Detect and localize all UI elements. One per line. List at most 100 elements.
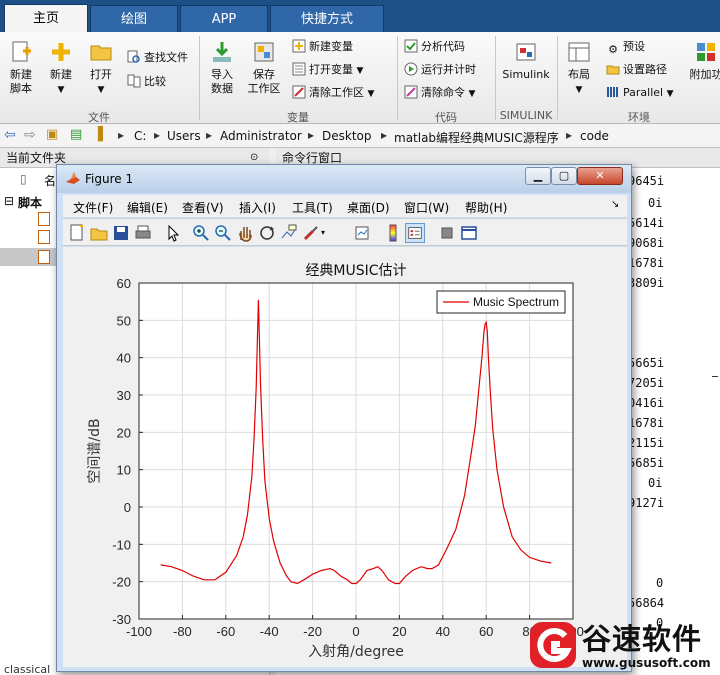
clear-workspace-button[interactable]: 清除工作区 ▼ [292,84,374,102]
breadcrumb-item[interactable]: code [580,129,609,143]
set-path-label: 设置路径 [623,63,667,76]
show-plot-tools-icon[interactable] [459,223,479,243]
back-arrow-icon[interactable]: ⇦ [4,127,16,143]
layout-button[interactable]: 布局 ▼ [562,40,596,97]
script-file-icon[interactable] [38,230,50,244]
menu-edit[interactable]: 编辑(E) [127,199,168,216]
ribbon-tabbar: 主页 绘图 APP 快捷方式 [0,0,720,32]
menu-insert[interactable]: 插入(I) [239,199,276,216]
colorbar-icon[interactable] [383,223,403,243]
figure-canvas: -100-80-60-40-20020406080100-30-20-10010… [63,247,627,667]
open-button[interactable]: 打开 ▼ [84,40,118,97]
y-tick-label: 60 [117,276,131,291]
minimize-button[interactable]: ▁ [525,167,551,185]
tab-plots[interactable]: 绘图 [90,5,178,32]
pointer-icon[interactable] [163,223,183,243]
save-icon[interactable] [111,223,131,243]
new-variable-button[interactable]: 新建变量 [292,38,353,56]
find-files-icon [127,50,140,63]
script-file-icon[interactable] [38,250,50,264]
new-figure-icon[interactable] [67,223,87,243]
link-plot-icon[interactable] [353,223,373,243]
set-path-button[interactable]: 设置路径 [606,61,667,79]
x-tick-label: 60 [479,624,493,639]
forward-arrow-icon[interactable]: ⇨ [24,127,36,143]
print-icon[interactable] [133,223,153,243]
name-column-header[interactable]: 名 [44,172,56,189]
menu-desktop[interactable]: 桌面(D) [347,199,390,216]
import-data-button[interactable]: 导入 数据 [204,40,240,96]
simulink-icon [516,43,536,61]
folder-icon: ▌ [98,127,108,142]
dock-arrow-icon[interactable]: ↘ [611,199,619,210]
open-variable-button[interactable]: 打开变量 ▼ [292,61,363,79]
open-file-icon[interactable] [89,223,109,243]
rotate-3d-icon[interactable] [257,223,277,243]
save-workspace-button[interactable]: 保存 工作区 [244,40,284,96]
browse-folder-icon[interactable]: ▤ [70,127,82,142]
menu-tools[interactable]: 工具(T) [292,199,333,216]
brush-icon[interactable] [301,223,321,243]
chevron-down-icon[interactable]: ▾ [321,223,329,243]
chevron-down-icon: ▼ [367,89,375,99]
maximize-button[interactable]: ▢ [551,167,577,185]
y-tick-label: -30 [112,612,131,627]
compare-button[interactable]: 比较 [127,73,166,91]
up-folder-icon[interactable]: ▣ [46,127,58,142]
simulink-button[interactable]: Simulink [500,40,552,82]
new-script-button[interactable]: 新建 脚本 [4,40,38,96]
menu-view[interactable]: 查看(V) [182,199,224,216]
clear-commands-button[interactable]: 清除命令 ▼ [404,84,475,102]
script-file-icon[interactable] [38,212,50,226]
scripts-group-label: 脚本 [18,196,43,210]
add-ons-button[interactable]: 附加功 [686,40,720,82]
tab-home[interactable]: 主页 [4,4,88,32]
data-cursor-icon[interactable] [279,223,299,243]
preferences-button[interactable]: ⚙ 预设 [606,38,645,56]
matlab-logo-icon [66,172,80,184]
watermark: 谷速软件 www.gususoft.com [522,610,720,675]
tab-shortcuts[interactable]: 快捷方式 [270,5,384,32]
command-window-title: 命令行窗口 [282,151,343,165]
parallel-icon [607,87,618,97]
legend-entry: Music Spectrum [473,295,559,309]
find-files-button[interactable]: 查找文件 [127,49,188,67]
breadcrumb-item[interactable]: Administrator [220,129,302,143]
tab-apps[interactable]: APP [180,5,268,32]
zoom-in-icon[interactable] [191,223,211,243]
breadcrumb-item[interactable]: matlab编程经典MUSIC源程序 [394,129,559,146]
analyze-code-icon [404,39,418,53]
import-icon [213,42,231,62]
y-tick-label: -10 [112,537,131,552]
pan-hand-icon[interactable] [235,223,255,243]
expand-minus-icon[interactable]: ⊟ [4,194,14,208]
analyze-code-button[interactable]: 分析代码 [404,38,465,56]
breadcrumb-item[interactable]: Users [167,129,201,143]
run-and-time-button[interactable]: 运行并计时 [404,61,476,79]
music-spectrum-plot[interactable]: -100-80-60-40-20020406080100-30-20-10010… [63,247,627,667]
menu-file[interactable]: 文件(F) [73,199,113,216]
run-and-time-icon [404,62,418,76]
command-output-line: 56864 [628,596,665,610]
hide-plot-tools-icon[interactable] [437,223,457,243]
x-tick-label: -60 [216,624,235,639]
clear-commands-icon [404,85,418,99]
group-label-simulink: SIMULINK [499,109,553,122]
open-variable-icon [292,62,306,76]
y-tick-label: 0 [124,500,131,515]
legend-icon[interactable] [405,223,425,243]
chart-title: 经典MUSIC估计 [305,263,406,279]
group-label-file: 文件 [88,111,110,124]
parallel-button[interactable]: Parallel ▼ [606,84,674,102]
save-workspace-label: 保存 工作区 [247,68,281,95]
menu-window[interactable]: 窗口(W) [404,199,449,216]
breadcrumb-item[interactable]: C: [134,129,146,143]
breadcrumb-item[interactable]: Desktop [322,129,372,143]
figure-title-bar[interactable]: Figure 1 ▁ ▢ ✕ [57,165,631,193]
close-icon: ✕ [595,169,605,182]
menu-help[interactable]: 帮助(H) [465,199,507,216]
figure-window[interactable]: Figure 1 ▁ ▢ ✕ 文件(F) 编辑(E) 查看(V) 插入(I) 工… [56,164,632,672]
new-button[interactable]: 新建 ▼ [44,40,78,97]
close-button[interactable]: ✕ [577,167,623,185]
zoom-out-icon[interactable] [213,223,233,243]
